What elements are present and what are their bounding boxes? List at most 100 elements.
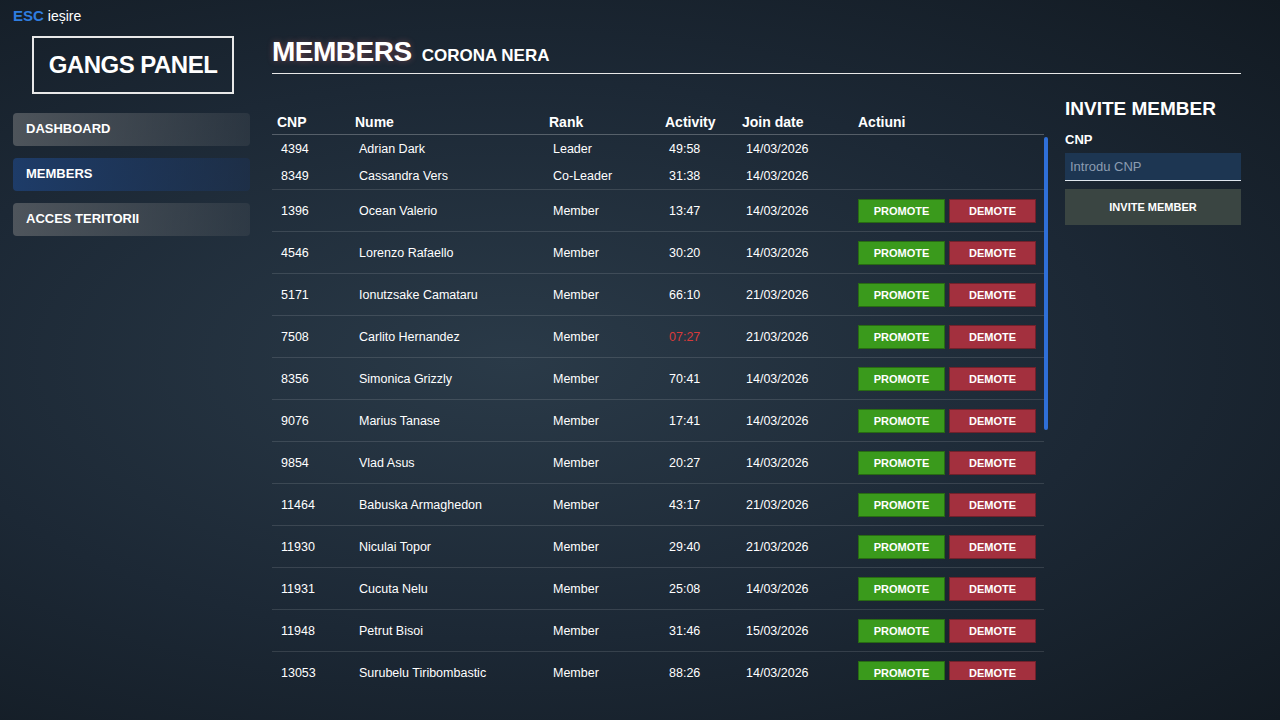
activity-cell: 13:47 xyxy=(665,204,742,218)
demote-button[interactable]: DEMOTE xyxy=(949,283,1036,307)
table-row: 9076 Marius Tanase Member 17:41 14/03/20… xyxy=(272,400,1044,442)
promote-button[interactable]: PROMOTE xyxy=(858,325,945,349)
promote-button[interactable]: PROMOTE xyxy=(858,493,945,517)
cnp-cell: 5171 xyxy=(277,288,355,302)
main-area: MEMBERS CORONA NERA CNPNumeRankActivityJ… xyxy=(259,0,1280,720)
rank-cell: Member xyxy=(549,624,665,638)
rank-cell: Member xyxy=(549,666,665,680)
rank-cell: Member xyxy=(549,582,665,596)
promote-button[interactable]: PROMOTE xyxy=(858,619,945,643)
cnp-input[interactable] xyxy=(1065,153,1241,181)
cnp-cell: 11931 xyxy=(277,582,355,596)
sidebar: DASHBOARD MEMBERS ACCES TERITORII xyxy=(13,113,250,236)
cnp-cell: 4394 xyxy=(277,142,355,156)
name-cell: Adrian Dark xyxy=(355,142,549,156)
column-header: Actiuni xyxy=(858,114,1044,130)
table-row: 11464 Babuska Armaghedon Member 43:17 21… xyxy=(272,484,1044,526)
table-header: CNPNumeRankActivityJoin dateActiuni xyxy=(272,110,1044,135)
name-cell: Marius Tanase xyxy=(355,414,549,428)
table-row: 1396 Ocean Valerio Member 13:47 14/03/20… xyxy=(272,189,1044,232)
join-date-cell: 14/03/2026 xyxy=(742,169,858,183)
rank-cell: Co-Leader xyxy=(549,169,665,183)
cnp-cell: 13053 xyxy=(277,666,355,680)
name-cell: Babuska Armaghedon xyxy=(355,498,549,512)
actions-cell: PROMOTEDEMOTE xyxy=(858,451,1044,475)
table-row: 8349 Cassandra Vers Co-Leader 31:38 14/0… xyxy=(272,162,1044,189)
promote-button[interactable]: PROMOTE xyxy=(858,367,945,391)
rank-cell: Member xyxy=(549,540,665,554)
name-cell: Niculai Topor xyxy=(355,540,549,554)
content: CNPNumeRankActivityJoin dateActiuni 4394… xyxy=(272,110,1241,720)
promote-button[interactable]: PROMOTE xyxy=(858,241,945,265)
cnp-label: CNP xyxy=(1065,132,1241,147)
join-date-cell: 14/03/2026 xyxy=(742,414,858,428)
join-date-cell: 14/03/2026 xyxy=(742,372,858,386)
table-row: 11931 Cucuta Nelu Member 25:08 14/03/202… xyxy=(272,568,1044,610)
rank-cell: Member xyxy=(549,204,665,218)
demote-button[interactable]: DEMOTE xyxy=(949,199,1036,223)
demote-button[interactable]: DEMOTE xyxy=(949,493,1036,517)
sidebar-item[interactable]: DASHBOARD xyxy=(13,113,250,146)
activity-cell: 30:20 xyxy=(665,246,742,260)
column-header: Join date xyxy=(742,114,858,130)
cnp-cell: 8349 xyxy=(277,169,355,183)
promote-button[interactable]: PROMOTE xyxy=(858,535,945,559)
demote-button[interactable]: DEMOTE xyxy=(949,367,1036,391)
demote-button[interactable]: DEMOTE xyxy=(949,619,1036,643)
actions-cell: PROMOTEDEMOTE xyxy=(858,535,1044,559)
cnp-cell: 1396 xyxy=(277,204,355,218)
demote-button[interactable]: DEMOTE xyxy=(949,577,1036,601)
activity-cell: 49:58 xyxy=(665,142,742,156)
rank-cell: Member xyxy=(549,330,665,344)
name-cell: Simonica Grizzly xyxy=(355,372,549,386)
activity-cell: 17:41 xyxy=(665,414,742,428)
demote-button[interactable]: DEMOTE xyxy=(949,241,1036,265)
column-header: Nume xyxy=(355,114,549,130)
scrollbar-thumb[interactable] xyxy=(1044,137,1048,430)
sidebar-item[interactable]: MEMBERS xyxy=(13,158,250,191)
table-row: 9854 Vlad Asus Member 20:27 14/03/2026 P… xyxy=(272,442,1044,484)
demote-button[interactable]: DEMOTE xyxy=(949,409,1036,433)
name-cell: Cassandra Vers xyxy=(355,169,549,183)
column-header: CNP xyxy=(277,114,355,130)
demote-button[interactable]: DEMOTE xyxy=(949,661,1036,681)
invite-title: INVITE MEMBER xyxy=(1065,98,1241,120)
promote-button[interactable]: PROMOTE xyxy=(858,283,945,307)
name-cell: Ocean Valerio xyxy=(355,204,549,218)
page-header: MEMBERS CORONA NERA xyxy=(272,36,1241,74)
activity-cell: 31:46 xyxy=(665,624,742,638)
join-date-cell: 21/03/2026 xyxy=(742,498,858,512)
promote-button[interactable]: PROMOTE xyxy=(858,199,945,223)
page-title: MEMBERS xyxy=(272,36,412,68)
table-row: 7508 Carlito Hernandez Member 07:27 21/0… xyxy=(272,316,1044,358)
activity-cell: 07:27 xyxy=(665,330,742,344)
sidebar-item[interactable]: ACCES TERITORII xyxy=(13,203,250,236)
actions-cell: PROMOTEDEMOTE xyxy=(858,283,1044,307)
promote-button[interactable]: PROMOTE xyxy=(858,661,945,681)
join-date-cell: 14/03/2026 xyxy=(742,142,858,156)
join-date-cell: 14/03/2026 xyxy=(742,582,858,596)
promote-button[interactable]: PROMOTE xyxy=(858,409,945,433)
invite-button[interactable]: INVITE MEMBER xyxy=(1065,189,1241,225)
left-column: ESC ieșire GANGS PANEL DASHBOARD MEMBERS A… xyxy=(0,0,259,720)
demote-button[interactable]: DEMOTE xyxy=(949,325,1036,349)
activity-cell: 20:27 xyxy=(665,456,742,470)
promote-button[interactable]: PROMOTE xyxy=(858,577,945,601)
join-date-cell: 14/03/2026 xyxy=(742,246,858,260)
scrollbar[interactable] xyxy=(1044,137,1048,680)
activity-cell: 66:10 xyxy=(665,288,742,302)
table-row: 8356 Simonica Grizzly Member 70:41 14/03… xyxy=(272,358,1044,400)
demote-button[interactable]: DEMOTE xyxy=(949,451,1036,475)
activity-cell: 31:38 xyxy=(665,169,742,183)
join-date-cell: 21/03/2026 xyxy=(742,330,858,344)
promote-button[interactable]: PROMOTE xyxy=(858,451,945,475)
column-header: Activity xyxy=(665,114,742,130)
join-date-cell: 14/03/2026 xyxy=(742,456,858,470)
activity-cell: 70:41 xyxy=(665,372,742,386)
exit-hint[interactable]: ESC ieșire xyxy=(13,7,259,29)
cnp-cell: 9076 xyxy=(277,414,355,428)
join-date-cell: 21/03/2026 xyxy=(742,540,858,554)
demote-button[interactable]: DEMOTE xyxy=(949,535,1036,559)
cnp-cell: 11930 xyxy=(277,540,355,554)
panel-title: GANGS PANEL xyxy=(32,36,234,94)
